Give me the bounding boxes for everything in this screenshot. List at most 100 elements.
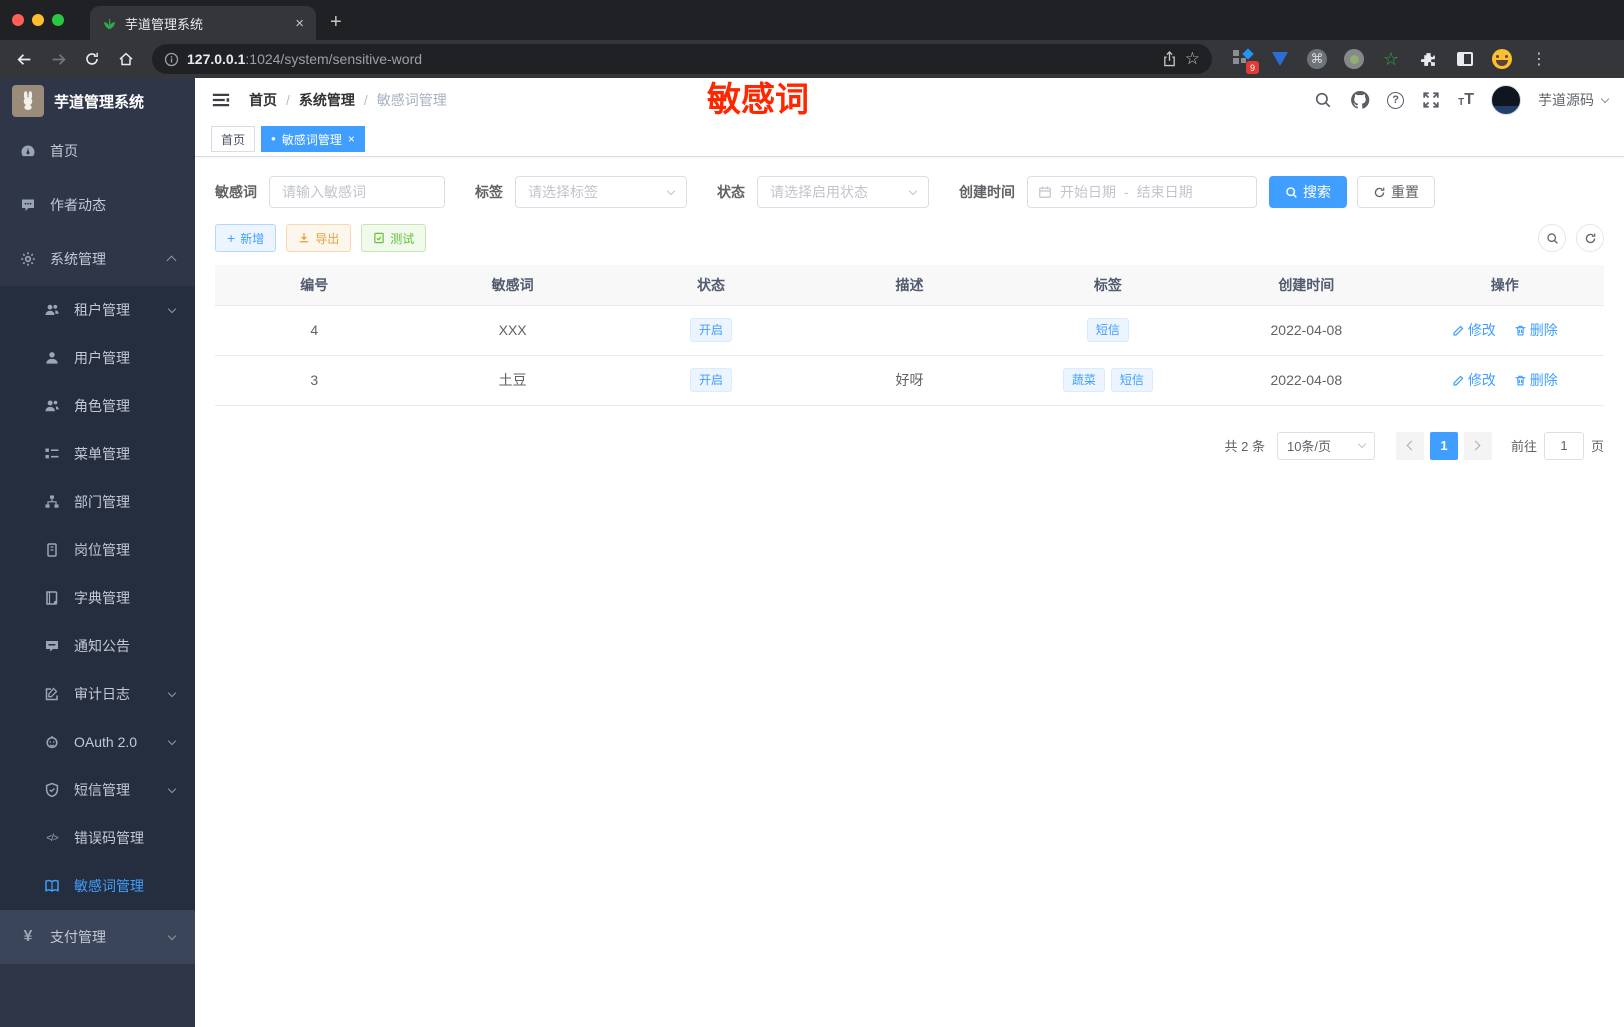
help-icon[interactable]: ? [1387,91,1405,109]
cell-actions: 修改 删除 [1405,305,1604,356]
user-avatar[interactable] [1491,85,1521,115]
minimize-window-button[interactable] [32,14,44,26]
side-panel-icon[interactable] [1454,48,1476,70]
extension-funnel-icon[interactable] [1269,48,1291,70]
back-icon[interactable] [10,45,38,73]
user-menu[interactable]: 芋道源码 [1538,90,1610,110]
delete-link[interactable]: 删除 [1514,370,1558,390]
sidebar-item-sms[interactable]: 短信管理 [0,766,195,814]
url-bar[interactable]: 127.0.0.1:1024/system/sensitive-word ☆ [152,44,1212,74]
breadcrumb-current: 敏感词管理 [376,92,447,108]
show-search-icon[interactable] [1538,224,1566,252]
sensitive-word-table: 编号 敏感词 状态 描述 标签 创建时间 操作 4 XXX 开启 短信 2022… [215,265,1604,406]
cell-tags: 蔬菜 短信 [1008,355,1208,406]
prev-page-button[interactable] [1395,431,1424,460]
sidebar-item-menu[interactable]: 菜单管理 [0,430,195,478]
sidebar-item-oauth[interactable]: OAuth 2.0 [0,718,195,766]
extension-command-icon[interactable]: ⌘ [1306,48,1328,70]
search-button[interactable]: 搜索 [1269,176,1347,208]
date-range-picker[interactable]: 开始日期 - 结束日期 [1027,176,1257,208]
export-button[interactable]: 导出 [286,224,352,252]
emoji-extension-icon[interactable] [1491,48,1513,70]
extension-grid-icon[interactable]: 9 [1232,48,1259,74]
tag-select[interactable]: 请选择标签 [515,176,687,208]
sidebar-item-errcode[interactable]: </> 错误码管理 [0,814,195,862]
chevron-down-icon [167,784,177,793]
font-size-icon[interactable]: TT [1458,91,1474,109]
sidebar-item-dept[interactable]: 部门管理 [0,478,195,526]
plus-icon: + [227,230,236,246]
browser-tab-title: 芋道管理系统 [125,16,204,32]
sidebar-item-author-news[interactable]: 作者动态 [0,178,195,232]
extension-record-icon[interactable] [1343,48,1365,70]
share-icon[interactable] [1162,51,1177,67]
shield-check-icon [44,782,60,798]
cell-status: 开启 [611,355,811,406]
site-info-icon[interactable] [164,52,179,67]
sidebar-item-user[interactable]: 用户管理 [0,334,195,382]
bookmark-star-icon[interactable]: ☆ [1185,49,1200,69]
test-button[interactable]: 测试 [361,224,427,252]
home-icon[interactable] [112,45,140,73]
sidebar-item-dict[interactable]: 字典管理 [0,574,195,622]
delete-link[interactable]: 删除 [1514,320,1558,340]
breadcrumb-system[interactable]: 系统管理 [299,90,355,110]
status-badge: 开启 [690,368,733,392]
breadcrumb-home[interactable]: 首页 [249,90,277,110]
cell-word: 土豆 [413,355,612,406]
tab-close-icon[interactable]: × [348,132,355,146]
keyword-input[interactable] [270,177,444,207]
cell-tags: 短信 [1008,305,1208,356]
date-end-placeholder: 结束日期 [1136,184,1193,200]
cell-status: 开启 [611,305,811,356]
sidebar-item-audit-log[interactable]: 审计日志 [0,670,195,718]
cell-id: 4 [215,305,414,356]
page-tab-home[interactable]: 首页 [211,126,256,152]
add-button[interactable]: + 新增 [215,224,277,252]
collapse-sidebar-icon[interactable] [211,90,231,110]
browser-menu-icon[interactable]: ⋮ [1528,48,1550,70]
refresh-table-icon[interactable] [1576,224,1604,252]
extension-green-star-icon[interactable]: ☆ [1380,48,1402,70]
chevron-down-icon [167,688,177,697]
keyword-label: 敏感词 [215,184,257,200]
browser-tab[interactable]: 芋道管理系统 × [90,6,316,40]
sidebar-item-post[interactable]: 岗位管理 [0,526,195,574]
edit-link[interactable]: 修改 [1452,370,1496,390]
reload-icon[interactable] [78,45,106,73]
table-row: 3 土豆 开启 好呀 蔬菜 短信 2022-04-08 修改 删除 [215,355,1604,406]
fullscreen-icon[interactable] [1421,90,1441,110]
date-start-placeholder: 开始日期 [1060,184,1116,200]
cell-actions: 修改 删除 [1405,355,1604,406]
app-logo[interactable]: 芋道管理系统 [0,78,195,124]
reset-button[interactable]: 重置 [1357,176,1435,208]
next-page-button[interactable] [1463,431,1492,460]
status-select[interactable]: 请选择启用状态 [757,176,929,208]
sidebar-item-sensitive-word[interactable]: 敏感词管理 [0,862,195,910]
chevron-down-icon [666,186,676,195]
new-tab-button[interactable]: + [330,11,342,34]
page-tab-sensitive-word[interactable]: ● 敏感词管理 × [261,126,365,152]
sidebar-item-role[interactable]: 角色管理 [0,382,195,430]
sidebar-item-system[interactable]: 系统管理 [0,232,195,286]
current-page[interactable]: 1 [1429,431,1458,460]
table-toolbar: + 新增 导出 测试 [215,224,1604,252]
zoom-window-button[interactable] [52,14,64,26]
sidebar-item-home[interactable]: 首页 [0,124,195,178]
github-icon[interactable] [1350,90,1370,110]
col-actions: 操作 [1405,265,1604,306]
goto-page-input[interactable] [1543,431,1584,460]
page-size-select[interactable]: 10条/页 [1276,431,1375,460]
edit-link[interactable]: 修改 [1452,320,1496,340]
sidebar-item-notice[interactable]: 通知公告 [0,622,195,670]
chevron-down-icon [908,186,918,195]
close-window-button[interactable] [12,14,24,26]
forward-icon[interactable] [44,45,72,73]
tab-close-icon[interactable]: × [295,15,304,32]
cell-word: XXX [413,305,612,356]
search-icon[interactable] [1313,90,1333,110]
sidebar-item-tenant[interactable]: 租户管理 [0,286,195,334]
favicon-plant-icon [102,16,117,31]
puzzle-extensions-icon[interactable] [1417,48,1439,70]
sidebar-item-payment[interactable]: ¥ 支付管理 [0,910,195,964]
